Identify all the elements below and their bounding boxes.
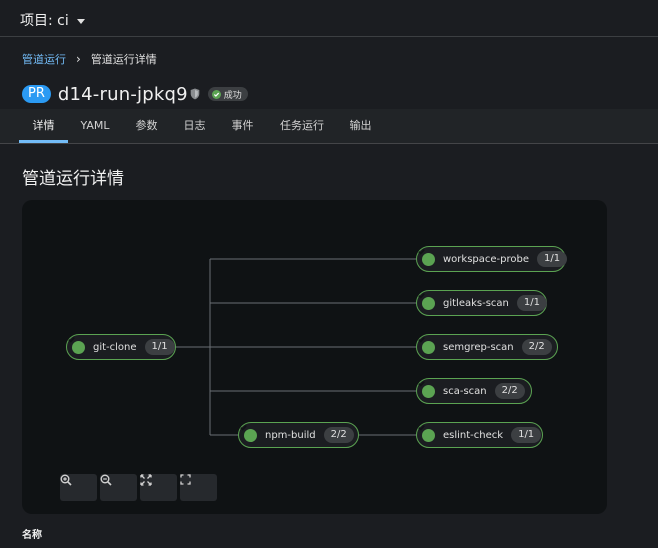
breadcrumb: 管道运行 › 管道运行详情 <box>22 51 157 67</box>
caret-down-icon <box>76 18 85 24</box>
task-count: 2/2 <box>521 339 552 355</box>
task-node-eslint-check[interactable]: eslint-check 1/1 <box>416 422 543 448</box>
tab-parameters[interactable]: 参数 <box>134 109 159 143</box>
tab-yaml[interactable]: YAML <box>78 109 112 143</box>
project-label: 项目: ci <box>20 13 69 29</box>
task-name: semgrep-scan <box>443 341 514 353</box>
shield-icon <box>190 88 200 100</box>
check-circle-icon <box>418 337 435 354</box>
breadcrumb-pipeline-runs[interactable]: 管道运行 <box>22 51 66 67</box>
check-circle-icon <box>418 425 435 442</box>
tab-bar: 详情 YAML 参数 日志 事件 任务运行 输出 <box>0 109 658 144</box>
page-title: PR d14-run-jpkq9 成功 <box>22 82 248 106</box>
task-name: eslint-check <box>443 429 504 441</box>
check-circle-icon <box>418 249 435 266</box>
fullscreen-button[interactable] <box>180 474 217 501</box>
zoom-in-button[interactable] <box>60 474 97 501</box>
task-count: 2/2 <box>323 427 354 443</box>
status-badge: 成功 <box>207 87 248 101</box>
task-name: git-clone <box>93 341 137 353</box>
tab-output[interactable]: 输出 <box>347 109 374 143</box>
status-text: 成功 <box>223 90 242 101</box>
task-count: 1/1 <box>144 339 175 355</box>
pipeline-graph: git-clone 1/1 workspace-probe 1/1 gitlea… <box>22 200 607 514</box>
top-bar: 项目: ci <box>0 0 658 37</box>
task-node-semgrep-scan[interactable]: semgrep-scan 2/2 <box>416 334 558 360</box>
project-selector[interactable]: 项目: ci <box>20 10 85 30</box>
tab-logs[interactable]: 日志 <box>182 109 207 143</box>
resource-type-badge: PR <box>22 85 51 103</box>
task-count: 2/2 <box>494 383 525 399</box>
check-circle-icon <box>418 381 435 398</box>
task-node-sca-scan[interactable]: sca-scan 2/2 <box>416 378 532 404</box>
pipeline-run-name: d14-run-jpkq9 <box>57 83 188 105</box>
zoom-out-button[interactable] <box>100 474 137 501</box>
task-count: 1/1 <box>511 427 542 443</box>
section-title: 管道运行详情 <box>22 169 124 189</box>
tab-details[interactable]: 详情 <box>19 109 68 143</box>
task-count: 1/1 <box>516 295 547 311</box>
check-circle-icon <box>68 337 85 354</box>
breadcrumb-current: 管道运行详情 <box>90 53 157 66</box>
task-count: 1/1 <box>537 251 568 267</box>
task-name: workspace-probe <box>443 253 530 265</box>
check-circle-icon <box>211 89 221 99</box>
fit-to-screen-button[interactable] <box>140 474 177 501</box>
tab-events[interactable]: 事件 <box>230 109 255 143</box>
task-node-gitleaks-scan[interactable]: gitleaks-scan 1/1 <box>416 290 547 316</box>
task-node-workspace-probe[interactable]: workspace-probe 1/1 <box>416 246 568 272</box>
task-name: npm-build <box>265 429 316 441</box>
tab-task-runs[interactable]: 任务运行 <box>277 109 327 143</box>
task-node-npm-build[interactable]: npm-build 2/2 <box>238 422 359 448</box>
task-name: sca-scan <box>443 385 487 397</box>
task-node-git-clone[interactable]: git-clone 1/1 <box>66 334 176 360</box>
details-name-heading: 名称 <box>22 530 42 541</box>
breadcrumb-separator: › <box>76 52 81 66</box>
check-circle-icon <box>240 425 257 442</box>
check-circle-icon <box>418 293 435 310</box>
task-name: gitleaks-scan <box>443 297 509 309</box>
